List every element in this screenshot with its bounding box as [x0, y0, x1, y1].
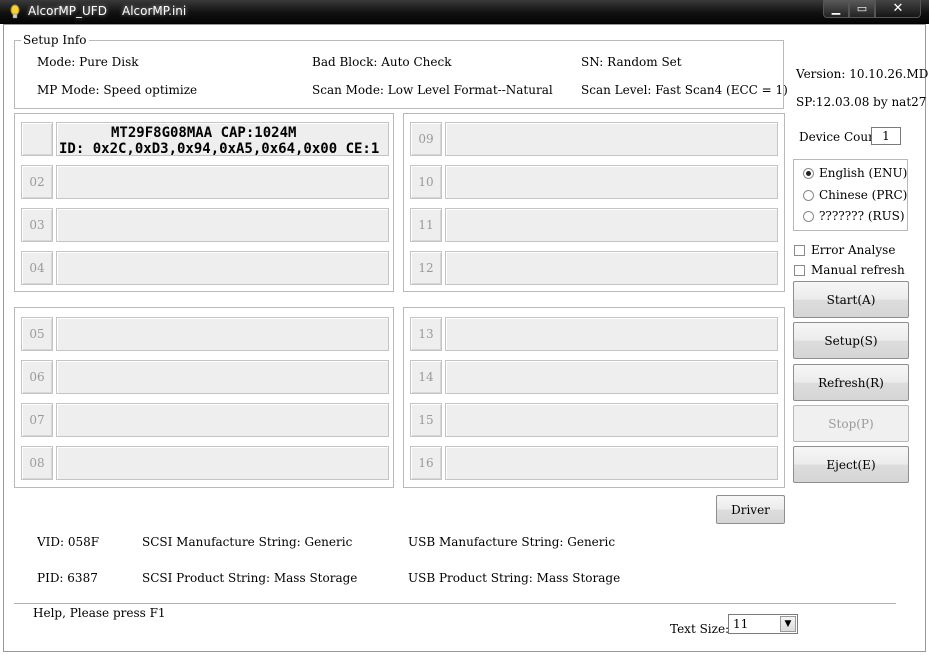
language-chinese-label: Chinese (PRC): [819, 188, 908, 202]
port-08-button[interactable]: 08: [21, 446, 53, 480]
pid-label: PID: 6387: [37, 571, 98, 585]
scsi-product-label: SCSI Product String: Mass Storage: [142, 571, 358, 585]
port-15-status: [445, 403, 778, 437]
start-button[interactable]: Start(A): [793, 281, 909, 318]
checkbox-icon: [794, 244, 805, 256]
scsi-manufacture-label: SCSI Manufacture String: Generic: [142, 535, 353, 549]
setup-mode: Mode: Pure Disk: [37, 55, 139, 69]
device-count-field[interactable]: 1: [871, 127, 901, 145]
refresh-button[interactable]: Refresh(R): [793, 364, 909, 401]
setup-button[interactable]: Setup(S): [793, 322, 909, 359]
port-10-button[interactable]: 10: [410, 165, 442, 199]
version-label: Version: 10.10.26.MD: [796, 67, 929, 81]
port-07-status: [56, 403, 389, 437]
maximize-button[interactable]: ▭: [849, 0, 875, 18]
port-08-status: [56, 446, 389, 480]
radio-selected-icon: [803, 167, 814, 179]
text-size-label: Text Size:: [670, 622, 730, 636]
minimize-icon: ▁: [831, 2, 841, 15]
error-analyse-label: Error Analyse: [811, 243, 896, 257]
chevron-down-icon: ▼: [780, 616, 796, 632]
port-11-status: [445, 208, 778, 242]
text-size-value: 11: [733, 617, 749, 631]
port-14-status: [445, 360, 778, 394]
text-size-select[interactable]: 11 ▼: [728, 614, 798, 634]
port-13-button[interactable]: 13: [410, 317, 442, 351]
setup-mp-mode: MP Mode: Speed optimize: [37, 83, 198, 97]
usb-product-label: USB Product String: Mass Storage: [408, 571, 621, 585]
setup-scan-mode: Scan Mode: Low Level Format--Natural: [312, 83, 553, 97]
port-11-button[interactable]: 11: [410, 208, 442, 242]
port-13-status: [445, 317, 778, 351]
port-05-status: [56, 317, 389, 351]
port-10-status: [445, 165, 778, 199]
port-05-button[interactable]: 05: [21, 317, 53, 351]
port-09-status: [445, 122, 778, 156]
radio-unselected-icon: [803, 210, 814, 222]
port-16-button[interactable]: 16: [410, 446, 442, 480]
title-bar[interactable]: AlcorMP_UFD AlcorMP.ini ▁ ▭ ✕: [0, 0, 929, 24]
language-russian-radio[interactable]: ??????? (RUS): [803, 209, 905, 223]
window-title-ini: AlcorMP.ini: [122, 4, 187, 18]
language-english-label: English (ENU): [819, 166, 908, 180]
port-01-line1: MT29F8G08MAA CAP:1024M: [111, 125, 297, 141]
minimize-button[interactable]: ▁: [823, 0, 849, 18]
checkbox-icon: [794, 264, 805, 276]
setup-info-group: Setup Info: [14, 33, 784, 109]
port-06-button[interactable]: 06: [21, 360, 53, 394]
port-16-status: [445, 446, 778, 480]
maximize-icon: ▭: [856, 2, 868, 15]
manual-refresh-checkbox[interactable]: Manual refresh: [794, 263, 905, 277]
port-02-button[interactable]: 02: [21, 165, 53, 199]
lightbulb-icon: [10, 4, 20, 19]
language-english-radio[interactable]: English (ENU): [803, 166, 907, 180]
port-02-status: [56, 165, 389, 199]
sp-label: SP:12.03.08 by nat27: [796, 95, 927, 109]
port-01-line2: ID: 0x2C,0xD3,0x94,0xA5,0x64,0x00 CE:1: [59, 141, 380, 156]
port-15-button[interactable]: 15: [410, 403, 442, 437]
port-12-button[interactable]: 12: [410, 251, 442, 285]
port-12-status: [445, 251, 778, 285]
setup-bad-block: Bad Block: Auto Check: [312, 55, 452, 69]
driver-button[interactable]: Driver: [716, 495, 785, 524]
language-russian-label: ??????? (RUS): [819, 209, 905, 223]
setup-scan-level: Scan Level: Fast Scan4 (ECC = 1): [581, 83, 788, 97]
close-icon: ✕: [892, 1, 904, 16]
stop-button[interactable]: Stop(P): [793, 405, 909, 442]
status-divider: [14, 603, 896, 605]
port-04-status: [56, 251, 389, 285]
port-03-status: [56, 208, 389, 242]
port-14-button[interactable]: 14: [410, 360, 442, 394]
error-analyse-checkbox[interactable]: Error Analyse: [794, 243, 895, 257]
port-03-button[interactable]: 03: [21, 208, 53, 242]
help-status: Help, Please press F1: [33, 606, 166, 620]
close-button[interactable]: ✕: [875, 0, 921, 18]
vid-label: VID: 058F: [37, 535, 100, 549]
port-01-button[interactable]: [21, 122, 53, 156]
eject-button[interactable]: Eject(E): [793, 446, 909, 483]
usb-manufacture-label: USB Manufacture String: Generic: [408, 535, 616, 549]
port-06-status: [56, 360, 389, 394]
window-title-app: AlcorMP_UFD: [28, 4, 107, 18]
radio-unselected-icon: [803, 189, 814, 201]
language-chinese-radio[interactable]: Chinese (PRC): [803, 188, 907, 202]
setup-sn: SN: Random Set: [581, 55, 682, 69]
setup-info-legend: Setup Info: [21, 33, 89, 47]
port-04-button[interactable]: 04: [21, 251, 53, 285]
port-07-button[interactable]: 07: [21, 403, 53, 437]
manual-refresh-label: Manual refresh: [811, 263, 905, 277]
port-09-button[interactable]: 09: [410, 122, 442, 156]
port-01-status: MT29F8G08MAA CAP:1024M ID: 0x2C,0xD3,0x9…: [56, 122, 389, 156]
